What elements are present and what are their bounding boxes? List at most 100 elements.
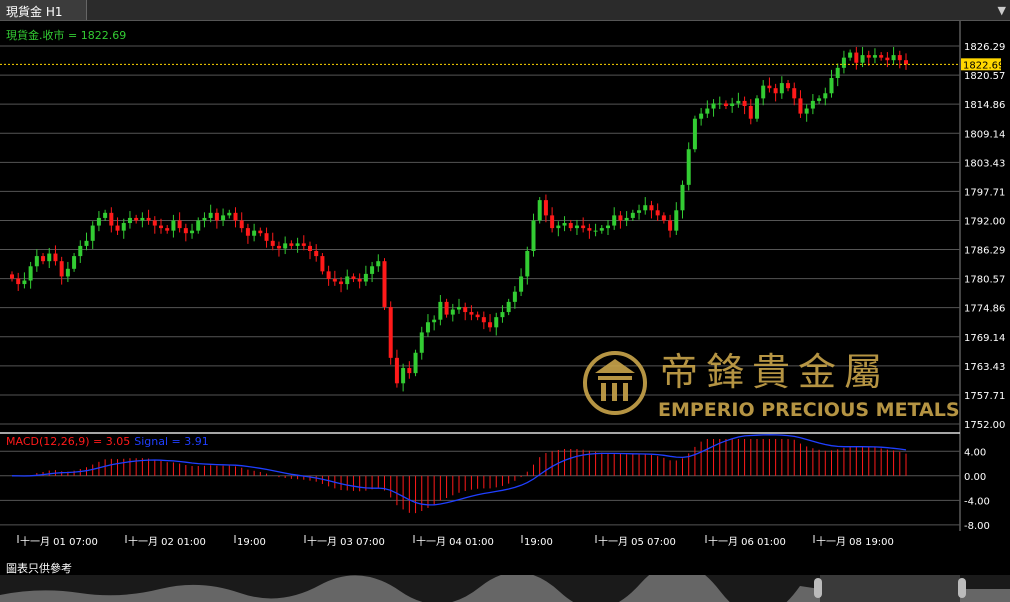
candle-up [624,217,629,221]
candle-up [556,225,561,229]
chart-area[interactable]: 1826.29 1820.57 1814.86 1809.14 1803.43 1797.… [0,21,1010,581]
candle-down [320,256,325,272]
candle-down [351,276,356,279]
range-start-handle[interactable] [814,578,822,598]
candle-up [28,266,33,281]
candle-up [810,100,815,109]
candle-up [84,240,89,246]
candle-up [643,205,648,211]
candle-down [649,205,654,211]
candle-down [742,100,747,106]
main-panel-label: 現貨金.收市 = 1822.69 [6,28,126,42]
candle-down [41,256,46,262]
candle-down [798,98,803,114]
price-tick-label: 1752.00 [964,420,1005,431]
candle-up [65,268,70,277]
range-end-handle[interactable] [958,578,966,598]
candle-down [885,57,890,61]
candle-down [618,215,623,221]
chart-tab[interactable]: 現貨金 H1 [0,0,87,20]
price-chart[interactable]: 1826.29 1820.57 1814.86 1809.14 1803.43 1797.… [0,21,1010,561]
candle-down [568,223,573,229]
time-tick-label: 十一月 08 19:00 [816,535,894,548]
candle-down [748,105,753,119]
candle-up [692,118,697,150]
candle-up [295,243,300,246]
macd-value: MACD(12,26,9) = 3.05 [6,435,130,448]
price-tick-label: 1826.29 [964,42,1005,53]
candle-down [357,278,362,282]
candle-down [339,281,344,285]
candle-up [593,230,598,232]
price-tick-label: 1809.14 [964,129,1005,140]
candle-down [152,220,157,226]
candle-up [680,184,685,211]
candle-up [96,217,101,226]
chevron-down-icon[interactable]: ▼ [998,4,1006,17]
candle-up [370,266,375,274]
candle-down [786,83,791,89]
candle-up [730,103,735,106]
time-tick-label: 十一月 03 07:00 [307,535,385,548]
candle-up [432,319,437,323]
candle-up [103,212,108,218]
candle-down [308,245,312,252]
candle-down [587,228,592,231]
candle-up [804,108,809,114]
signal-value: Signal = 3.91 [134,435,209,448]
candle-up [22,280,27,285]
candle-up [711,103,716,109]
candle-up [457,306,461,310]
candle-down [550,215,555,229]
watermark-english: EMPERIO PRECIOUS METALS [658,399,960,421]
candle-down [773,88,778,94]
candle-down [59,261,64,277]
candle-down [668,220,673,231]
price-tick-label: 1792.00 [964,216,1005,227]
price-tick-label: 1757.71 [964,391,1005,402]
candle-down [581,225,586,229]
candle-up [525,251,530,277]
candle-down [488,322,493,328]
candle-down [276,245,281,249]
candle-up [686,149,691,185]
candle-up [506,301,511,313]
candle-up [419,332,424,353]
candle-down [270,240,275,246]
candle-down [245,228,250,236]
candle-down [866,55,871,58]
candle-up [674,210,679,231]
history-scrollbar[interactable] [0,575,1010,602]
candle-down [332,278,337,282]
candle-down [16,278,21,285]
candle-up [574,225,579,229]
candle-down [109,212,114,226]
candle-up [127,217,132,224]
macd-tick-label: 0.00 [964,472,986,483]
candle-down [301,243,306,246]
candle-up [413,352,418,374]
candle-down [326,271,331,279]
chart-disclaimer: 圖表只供參考 [6,562,72,575]
candle-down [10,274,14,279]
candle-down [767,85,772,89]
price-tick-label: 1803.43 [964,158,1005,169]
candle-down [792,88,797,99]
candle-down [388,306,393,358]
candle-up [519,276,524,292]
time-tick-label: 十一月 06 01:00 [708,535,786,548]
candle-up [562,223,567,226]
candle-up [599,228,604,231]
candle-up [425,322,430,333]
candle-up [699,113,704,119]
candle-down [177,220,182,229]
candle-down [183,228,188,234]
candle-up [140,217,145,221]
candle-up [401,368,406,384]
time-tick-label: 十一月 01 07:00 [20,535,98,548]
macd-label: MACD(12,26,9) = 3.05 Signal = 3.91 [6,435,209,448]
time-tick-label: 十一月 02 01:00 [128,535,206,548]
candle-up [34,256,39,267]
candle-down [159,225,163,229]
candle-down [115,225,120,231]
